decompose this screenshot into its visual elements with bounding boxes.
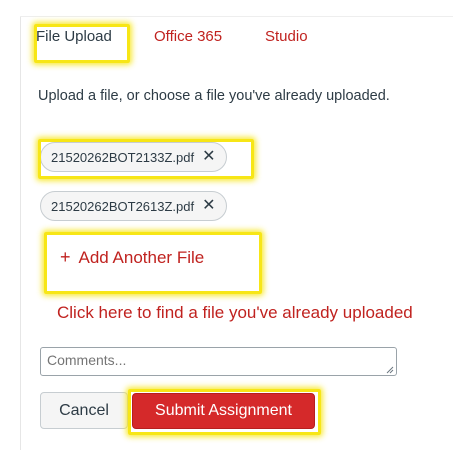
submission-panel-stage: File Upload Office 365 Studio Upload a f…	[0, 0, 453, 450]
plus-icon: +	[60, 247, 71, 267]
tab-office-365[interactable]: Office 365	[154, 28, 222, 45]
panel-top-border	[20, 16, 453, 17]
add-another-file-button[interactable]: + Add Another File	[60, 247, 204, 268]
find-uploaded-file-link[interactable]: Click here to find a file you've already…	[57, 303, 413, 323]
file-chip-name: 21520262BOT2613Z.pdf	[51, 198, 195, 214]
file-chip: 21520262BOT2613Z.pdf ✕	[40, 191, 227, 221]
submission-panel	[20, 16, 453, 450]
upload-instructions: Upload a file, or choose a file you've a…	[38, 88, 390, 104]
cancel-button[interactable]: Cancel	[40, 392, 128, 429]
comments-field[interactable]	[40, 347, 397, 376]
file-chip-name: 21520262BOT2133Z.pdf	[51, 149, 195, 165]
tab-file-upload[interactable]: File Upload	[36, 28, 112, 45]
add-another-file-label: Add Another File	[78, 248, 205, 267]
tab-studio[interactable]: Studio	[265, 28, 308, 45]
file-chip: 21520262BOT2133Z.pdf ✕	[40, 142, 227, 172]
submit-assignment-button[interactable]: Submit Assignment	[132, 393, 315, 429]
remove-file-icon[interactable]: ✕	[202, 149, 215, 165]
remove-file-icon[interactable]: ✕	[202, 198, 215, 214]
